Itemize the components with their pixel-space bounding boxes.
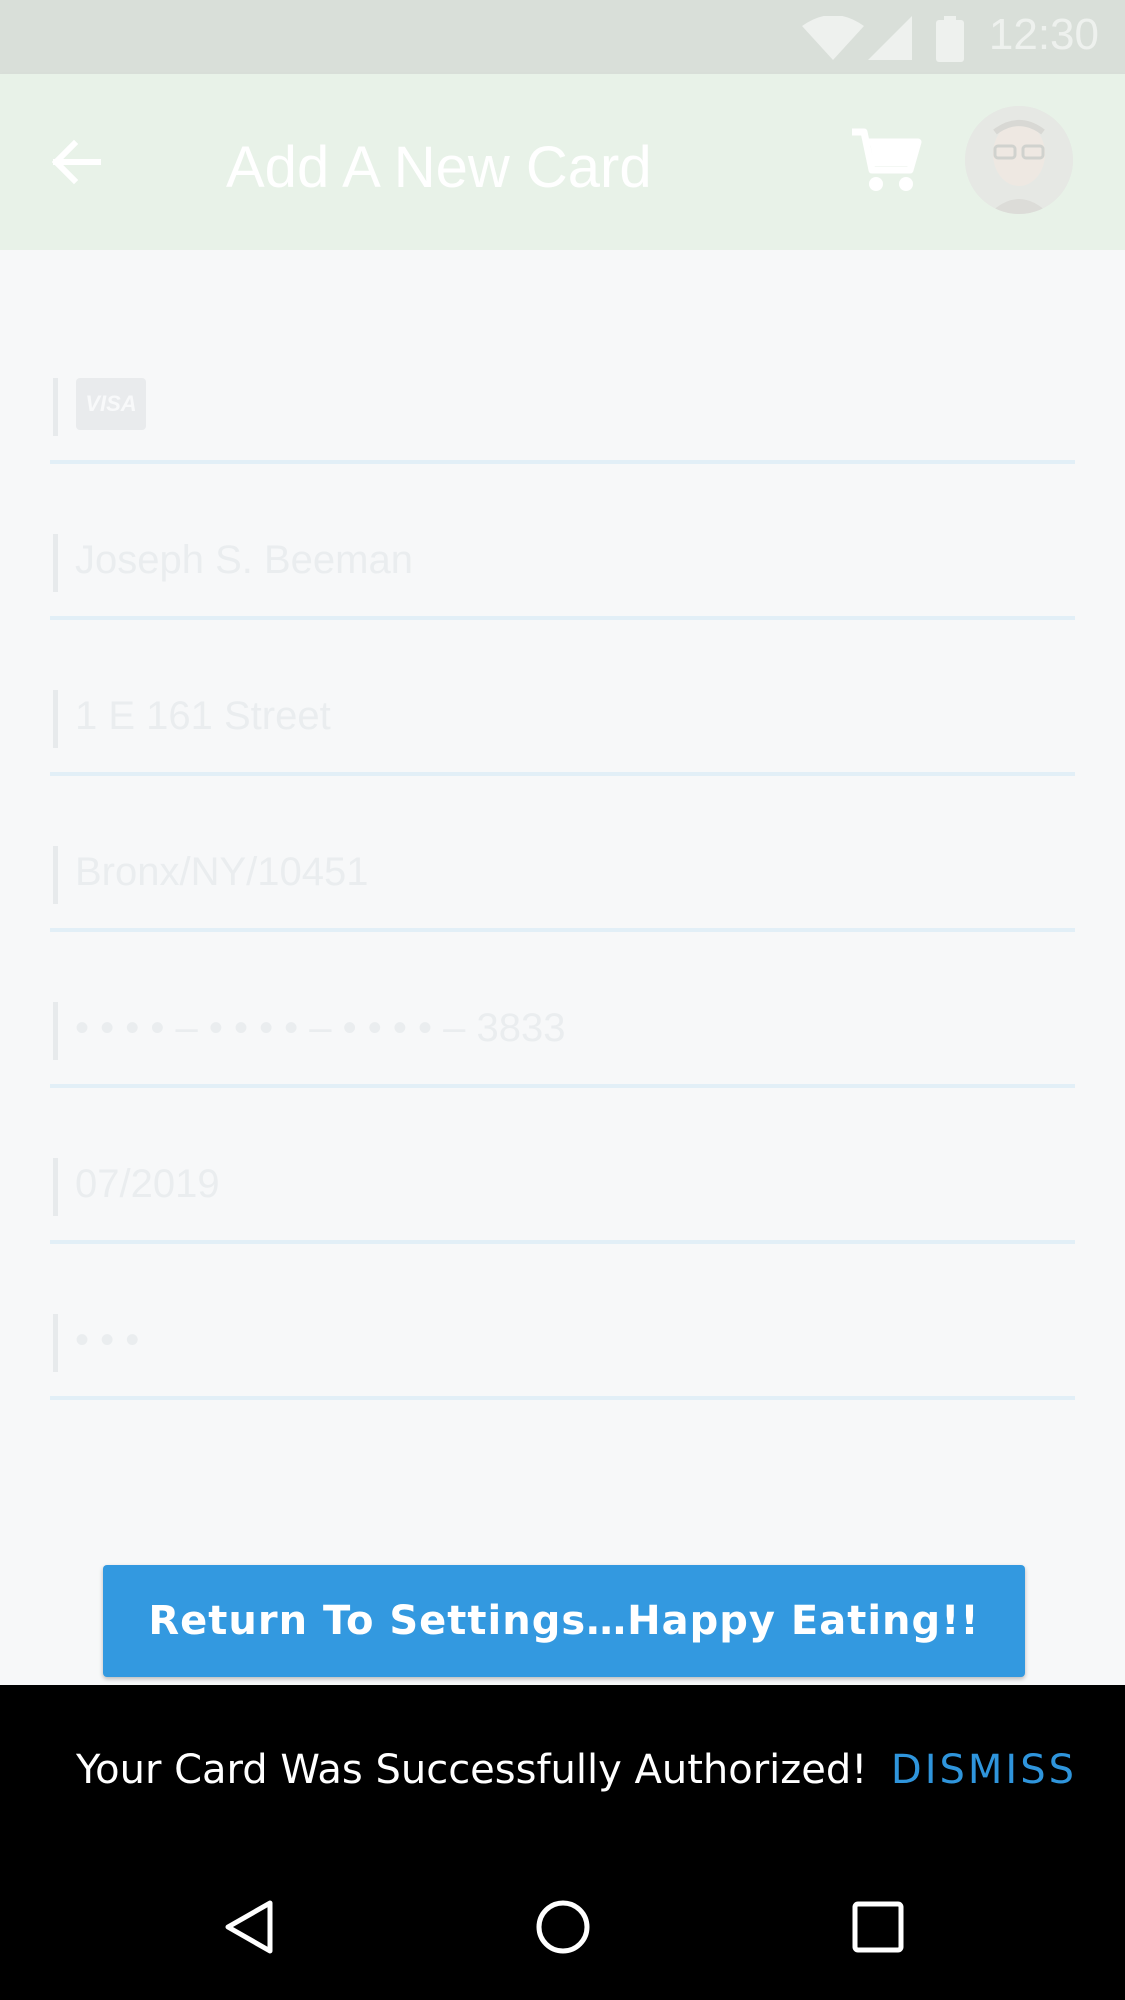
card-number-field[interactable]: • • • • – • • • • – • • • • – 3833 bbox=[50, 998, 1075, 1088]
street-address-value: 1 E 161 Street bbox=[75, 694, 331, 738]
page-title: Add A New Card bbox=[226, 135, 652, 200]
field-marker bbox=[53, 846, 58, 904]
app-bar: Add A New Card bbox=[0, 74, 1125, 250]
signal-icon bbox=[868, 16, 912, 60]
user-avatar-icon bbox=[965, 106, 1073, 214]
field-underline bbox=[50, 1084, 1075, 1088]
dismiss-button[interactable]: DISMISS bbox=[891, 1747, 1077, 1793]
field-marker bbox=[53, 1314, 58, 1372]
cardholder-name-field[interactable]: Joseph S. Beeman bbox=[50, 530, 1075, 620]
field-underline bbox=[50, 616, 1075, 620]
card-form: VISA Joseph S. Beeman 1 E 161 Street Bro… bbox=[0, 250, 1125, 1685]
field-underline bbox=[50, 772, 1075, 776]
status-bar: 12:30 bbox=[0, 0, 1125, 74]
home-circle-icon[interactable] bbox=[535, 1899, 591, 1955]
avatar[interactable] bbox=[965, 106, 1073, 214]
city-state-zip-field[interactable]: Bronx/NY/10451 bbox=[50, 842, 1075, 932]
visa-logo: VISA bbox=[76, 378, 146, 430]
field-underline bbox=[50, 1396, 1075, 1400]
field-underline bbox=[50, 928, 1075, 932]
field-marker bbox=[53, 1002, 58, 1060]
field-marker bbox=[53, 534, 58, 592]
city-state-zip-value: Bronx/NY/10451 bbox=[75, 850, 369, 894]
card-number-value: • • • • – • • • • – • • • • – 3833 bbox=[75, 1006, 566, 1050]
recents-square-icon[interactable] bbox=[851, 1899, 905, 1955]
field-underline bbox=[50, 1240, 1075, 1244]
return-to-settings-button[interactable]: Return To Settings…Happy Eating!! bbox=[103, 1565, 1025, 1677]
arrow-left-icon[interactable] bbox=[46, 132, 106, 192]
field-marker bbox=[53, 690, 58, 748]
system-nav-bar bbox=[0, 1853, 1125, 2000]
shopping-cart-icon[interactable] bbox=[848, 124, 922, 198]
snackbar-message: Your Card Was Successfully Authorized! bbox=[76, 1747, 868, 1793]
cardholder-name-value: Joseph S. Beeman bbox=[75, 538, 413, 582]
cvv-field[interactable]: • • • bbox=[50, 1310, 1075, 1400]
expiry-date-field[interactable]: 07/2019 bbox=[50, 1154, 1075, 1244]
battery-icon bbox=[936, 16, 964, 62]
cvv-value: • • • bbox=[75, 1318, 140, 1362]
field-underline bbox=[50, 460, 1075, 464]
snackbar: Your Card Was Successfully Authorized! D… bbox=[0, 1685, 1125, 1853]
card-brand-field[interactable]: VISA bbox=[50, 374, 1075, 464]
field-marker bbox=[53, 378, 58, 436]
status-time: 12:30 bbox=[988, 10, 1099, 59]
street-address-field[interactable]: 1 E 161 Street bbox=[50, 686, 1075, 776]
field-marker bbox=[53, 1158, 58, 1216]
back-triangle-icon[interactable] bbox=[222, 1899, 276, 1955]
wifi-icon bbox=[802, 16, 864, 60]
expiry-date-value: 07/2019 bbox=[75, 1162, 220, 1206]
